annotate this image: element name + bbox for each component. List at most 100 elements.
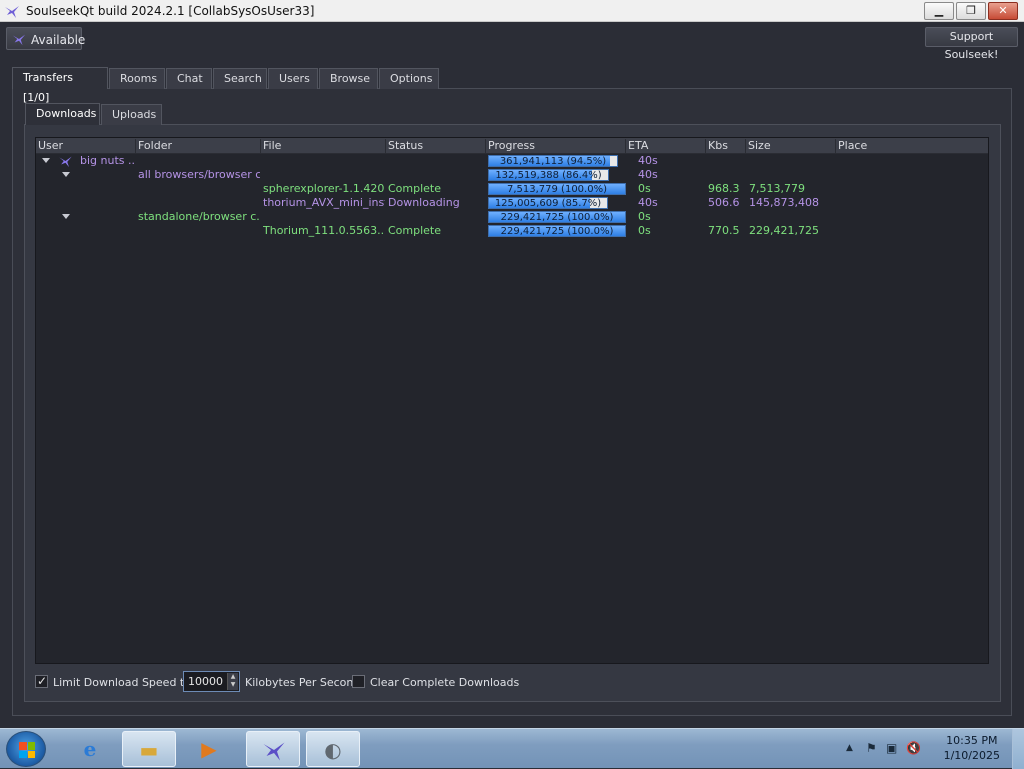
windows-logo-icon <box>19 742 35 758</box>
checkmark-icon: ✓ <box>37 674 48 688</box>
taskbar-file-explorer[interactable]: ▬ <box>122 731 176 767</box>
limit-speed-checkbox[interactable]: ✓ <box>35 674 48 688</box>
taskbar-disc-app[interactable]: ◐ <box>306 731 360 767</box>
table-row-file[interactable]: spherexplorer-1.1.420... Complete 7,513,… <box>36 182 988 196</box>
expand-arrow-icon[interactable] <box>62 214 70 219</box>
table-row-file[interactable]: thorium_AVX_mini_inst... Downloading 125… <box>36 196 988 210</box>
table-row-folder[interactable]: all browsers/browser c... 132,519,388 (8… <box>36 168 988 182</box>
tab-browse[interactable]: Browse <box>319 68 378 89</box>
progress-bar: 229,421,725 (100.0%) <box>488 211 626 223</box>
system-tray: ▲ ⚑ ▣ 🔇 10:35 PM 1/10/2025 <box>834 729 1024 769</box>
expand-arrow-icon[interactable] <box>42 158 50 163</box>
progress-bar: 132,519,388 (86.4%) <box>488 169 609 181</box>
row-eta: 40s <box>638 196 658 209</box>
window-title: SoulseekQt build 2024.2.1 [CollabSysOsUs… <box>26 4 315 18</box>
clear-complete-label: Clear Complete Downloads <box>370 676 520 689</box>
column-header-status[interactable]: Status <box>386 139 486 154</box>
tab-chat[interactable]: Chat <box>166 68 212 89</box>
column-header-user[interactable]: User <box>36 139 136 154</box>
disc-app-icon: ◐ <box>324 738 342 762</box>
column-header-place[interactable]: Place <box>836 139 988 154</box>
table-row-user[interactable]: big nuts ... 361,941,113 (94.5%) 40s <box>36 154 988 168</box>
row-kbs: 506.6 <box>708 196 740 209</box>
maximize-button[interactable]: ❐ <box>956 2 986 20</box>
column-header-size[interactable]: Size <box>746 139 836 154</box>
sub-tab-bar: Downloads Uploads <box>25 103 163 125</box>
row-eta: 0s <box>638 224 651 237</box>
soulseek-bird-icon <box>5 6 19 18</box>
soulseek-icon <box>263 742 285 761</box>
soulseek-bird-icon <box>59 156 72 168</box>
clock[interactable]: 10:35 PM 1/10/2025 <box>944 733 1000 763</box>
table-row-folder[interactable]: standalone/browser c... 229,421,725 (100… <box>36 210 988 224</box>
speed-limit-value: 10000 <box>188 675 223 688</box>
show-hidden-icons-icon[interactable]: ▲ <box>846 743 853 753</box>
row-folder: standalone/browser c... <box>138 210 260 223</box>
support-soulseek-button[interactable]: Support Soulseek! <box>925 27 1018 61</box>
progress-text: 229,421,725 (100.0%) <box>500 212 614 223</box>
table-header: User Folder File Status Progress ETA Kbs… <box>36 138 988 154</box>
soulseek-bird-icon <box>12 34 26 46</box>
row-status: Downloading <box>388 196 460 209</box>
row-status: Complete <box>388 224 442 237</box>
row-folder: all browsers/browser c... <box>138 168 260 181</box>
tab-users[interactable]: Users <box>268 68 318 89</box>
close-icon: ✕ <box>998 4 1008 17</box>
row-eta: 0s <box>638 210 651 223</box>
status-button[interactable]: Available <box>6 27 86 50</box>
row-file: spherexplorer-1.1.420... <box>263 182 385 195</box>
status-label: Available <box>31 33 86 47</box>
tab-uploads[interactable]: Uploads <box>101 104 162 125</box>
minimize-button[interactable]: ▁ <box>924 2 954 20</box>
progress-bar: 229,421,725 (100.0%) <box>488 225 626 237</box>
show-desktop-button[interactable] <box>1012 729 1024 769</box>
column-header-file[interactable]: File <box>261 139 386 154</box>
action-center-flag-icon[interactable]: ⚑ <box>866 741 877 755</box>
downloads-table[interactable]: User Folder File Status Progress ETA Kbs… <box>35 137 989 664</box>
row-eta: 40s <box>638 168 658 181</box>
tab-search[interactable]: Search <box>213 68 267 89</box>
media-player-icon: ▶ <box>201 737 217 761</box>
row-status: Complete <box>388 182 442 195</box>
internet-explorer-icon: e <box>83 737 97 761</box>
clock-time: 10:35 PM <box>946 734 998 747</box>
start-button[interactable] <box>6 731 46 767</box>
taskbar-internet-explorer[interactable]: e <box>63 731 117 767</box>
column-header-progress[interactable]: Progress <box>486 139 626 154</box>
tab-rooms[interactable]: Rooms <box>109 68 165 89</box>
spin-arrows-icon[interactable]: ▲ ▼ <box>227 673 238 690</box>
column-header-folder[interactable]: Folder <box>136 139 261 154</box>
progress-text: 132,519,388 (86.4%) <box>495 170 602 181</box>
speed-limit-spinbox[interactable]: 10000 ▲ ▼ <box>183 671 240 692</box>
table-row-file[interactable]: Thorium_111.0.5563.... Complete 229,421,… <box>36 224 988 238</box>
restore-icon: ❐ <box>966 4 976 17</box>
volume-muted-icon[interactable]: 🔇 <box>906 741 921 755</box>
minimize-icon: ▁ <box>934 4 944 17</box>
network-icon[interactable]: ▣ <box>886 741 897 755</box>
clock-date: 1/10/2025 <box>943 749 1000 762</box>
row-size: 229,421,725 <box>749 224 819 237</box>
progress-text: 229,421,725 (100.0%) <box>500 226 614 237</box>
title-bar: SoulseekQt build 2024.2.1 [CollabSysOsUs… <box>0 0 1024 22</box>
row-kbs: 968.3 <box>708 182 740 195</box>
main-tab-bar: Transfers [1/0] Rooms Chat Search Users … <box>12 67 440 104</box>
progress-text: 361,941,113 (94.5%) <box>499 156 607 167</box>
row-file: Thorium_111.0.5563.... <box>263 224 385 237</box>
progress-text: 125,005,609 (85.7%) <box>494 198 602 209</box>
expand-arrow-icon[interactable] <box>62 172 70 177</box>
row-size: 7,513,779 <box>749 182 805 195</box>
tab-downloads[interactable]: Downloads <box>25 103 100 125</box>
tab-transfers[interactable]: Transfers [1/0] <box>12 67 108 104</box>
row-kbs: 770.5 <box>708 224 740 237</box>
kilobytes-per-second-label: Kilobytes Per Second <box>245 676 361 689</box>
column-header-eta[interactable]: ETA <box>626 139 706 154</box>
row-eta: 40s <box>638 154 658 167</box>
tab-options[interactable]: Options <box>379 68 439 89</box>
clear-complete-checkbox[interactable] <box>352 675 365 688</box>
column-header-kbs[interactable]: Kbs <box>706 139 746 154</box>
taskbar-soulseek[interactable] <box>246 731 300 767</box>
row-size: 145,873,408 <box>749 196 819 209</box>
close-button[interactable]: ✕ <box>988 2 1018 20</box>
progress-text: 7,513,779 (100.0%) <box>506 184 607 195</box>
taskbar-media-player[interactable]: ▶ <box>182 731 236 767</box>
